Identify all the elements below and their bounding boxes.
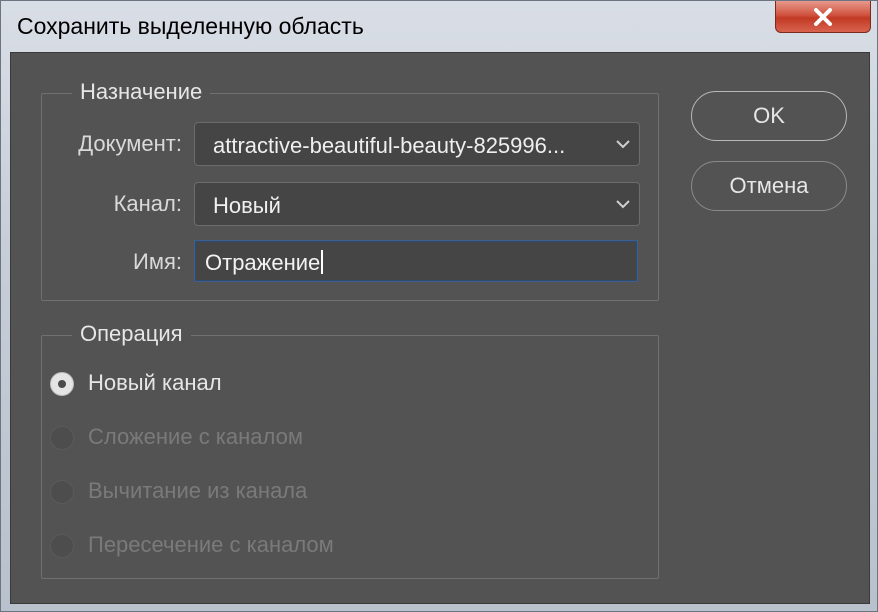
ok-button[interactable]: OK (691, 91, 847, 141)
text-caret (321, 250, 324, 274)
channel-label: Канал: (113, 191, 182, 216)
dialog-body: Назначение Документ: attractive-beautifu… (10, 52, 870, 604)
close-button[interactable] (775, 1, 871, 33)
radio-intersect-with-channel[interactable]: Пересечение с каналом (42, 528, 442, 564)
operation-legend: Операция (72, 321, 191, 347)
destination-group: Назначение Документ: attractive-beautifu… (41, 79, 659, 301)
radio-add-to-channel[interactable]: Сложение с каналом (42, 420, 442, 456)
name-label: Имя: (133, 249, 182, 274)
document-select[interactable]: attractive-beautiful-beauty-825996... (194, 122, 640, 166)
radio-button[interactable] (50, 480, 74, 504)
radio-label: Пересечение с каналом (88, 532, 334, 557)
cancel-button[interactable]: Отмена (691, 161, 847, 211)
dialog-window: Сохранить выделенную область Назначение … (0, 0, 878, 612)
chevron-down-icon (615, 197, 631, 216)
destination-legend: Назначение (72, 79, 211, 105)
radio-label: Вычитание из канала (88, 478, 308, 503)
radio-subtract-from-channel[interactable]: Вычитание из канала (42, 474, 442, 510)
window-title: Сохранить выделенную область (17, 13, 364, 39)
document-label: Документ: (78, 131, 182, 156)
radio-button[interactable] (50, 426, 74, 450)
document-select-value: attractive-beautiful-beauty-825996... (213, 133, 566, 158)
radio-button-selected[interactable] (50, 372, 74, 396)
radio-button[interactable] (50, 534, 74, 558)
operation-group: Операция Новый канал Сложение с каналом … (41, 321, 659, 579)
close-icon (812, 7, 834, 26)
title-bar[interactable]: Сохранить выделенную область (1, 1, 878, 51)
radio-label: Новый канал (88, 370, 222, 395)
radio-label: Сложение с каналом (88, 424, 303, 449)
channel-select-value: Новый (213, 193, 281, 218)
name-input-value: Отражение (205, 250, 321, 275)
chevron-down-icon (615, 137, 631, 156)
name-input[interactable]: Отражение (194, 240, 638, 282)
channel-select[interactable]: Новый (194, 182, 640, 226)
radio-new-channel[interactable]: Новый канал (42, 366, 442, 402)
